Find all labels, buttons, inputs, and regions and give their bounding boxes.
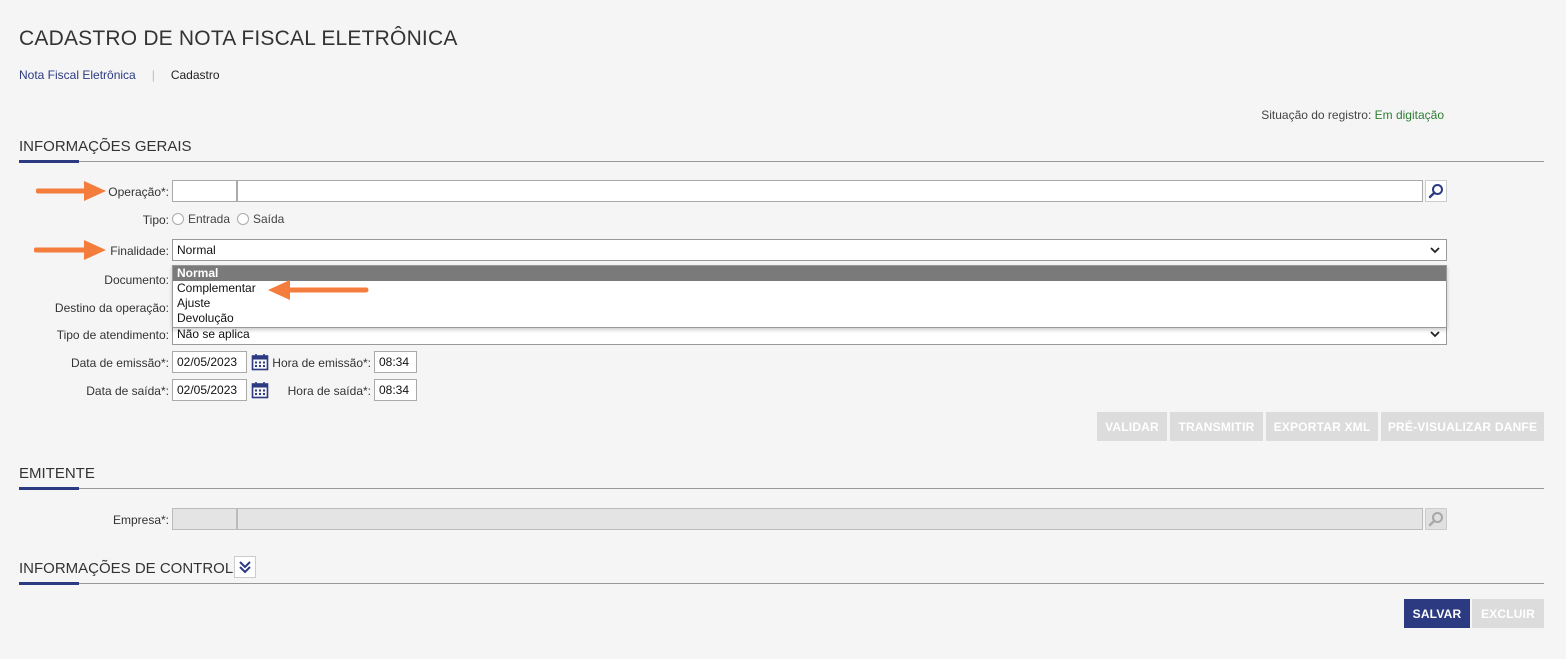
section-issuer-title: EMITENTE [19,465,95,482]
hora-saida-input[interactable] [374,379,417,401]
breadcrumb-current: Cadastro [170,68,220,82]
hora-emissao-input[interactable] [374,351,417,373]
destino-operacao-label: Destino da operação: [54,301,169,315]
annotation-arrow-operacao [36,181,106,201]
status-label: Situação do registro: [1261,108,1372,122]
section-general-header: INFORMAÇÕES GERAIS [19,138,1544,163]
chevron-down-icon [1430,247,1440,254]
tipo-label: Tipo: [142,213,169,227]
tipo-atendimento-selected-value: Não se aplica [177,327,250,341]
breadcrumb-link-nfe[interactable]: Nota Fiscal Eletrônica [19,68,136,82]
tipo-saida-radio[interactable] [237,213,249,225]
hora-saida-label: Hora de saída*: [287,384,371,398]
documento-label: Documento: [104,273,169,287]
data-saida-input[interactable] [172,379,247,401]
tipo-atendimento-label: Tipo de atendimento: [56,328,169,342]
search-icon [1428,512,1443,527]
data-emissao-label: Data de emissão*: [70,356,169,370]
calendar-icon[interactable] [251,381,269,399]
empresa-description-input [237,508,1423,530]
breadcrumb: Nota Fiscal Eletrônica | Cadastro [19,68,220,82]
operacao-description-input[interactable] [237,180,1423,202]
section-underline [19,160,79,163]
empresa-label: Empresa*: [112,513,169,527]
page-title: CADASTRO DE NOTA FISCAL ELETRÔNICA [19,27,458,50]
salvar-button[interactable]: SALVAR [1404,599,1470,628]
empresa-code-input [172,508,237,530]
chevron-down-icon [1430,331,1440,338]
double-chevron-down-icon [239,561,251,574]
calendar-icon[interactable] [251,353,269,371]
finalidade-selected-value: Normal [177,243,216,257]
tipo-entrada-radio[interactable] [172,213,184,225]
operacao-search-button[interactable] [1425,180,1447,202]
annotation-arrow-complementar [268,280,369,300]
excluir-button[interactable]: EXCLUIR [1472,599,1544,628]
tipo-entrada-label: Entrada [188,212,231,226]
breadcrumb-separator: | [151,68,155,82]
finalidade-select[interactable]: Normal [172,239,1447,261]
data-saida-label: Data de saída*: [86,384,169,398]
record-status: Situação do registro: Em digitação [1261,108,1444,122]
transmitir-button[interactable]: TRANSMITIR [1170,412,1263,441]
search-icon [1428,184,1443,199]
exportar-xml-button[interactable]: EXPORTAR XML [1266,412,1378,441]
section-control-expand-button[interactable] [234,556,256,578]
section-general-title: INFORMAÇÕES GERAIS [19,138,192,155]
section-underline [19,487,79,490]
status-value: Em digitação [1374,108,1444,122]
section-control-title: INFORMAÇÕES DE CONTROLE [19,560,244,577]
section-issuer-header: EMITENTE [19,465,1544,490]
section-underline [19,582,79,585]
operacao-code-input[interactable] [172,180,237,202]
data-emissao-input[interactable] [172,351,247,373]
annotation-arrow-finalidade [34,240,106,260]
finalidade-option-devolucao[interactable]: Devolução [173,311,1446,326]
empresa-search-button [1425,508,1447,530]
validar-button[interactable]: VALIDAR [1097,412,1167,441]
tipo-saida-label: Saída [253,212,285,226]
hora-emissao-label: Hora de emissão*: [272,356,371,370]
pre-visualizar-danfe-button[interactable]: PRÉ-VISUALIZAR DANFE [1381,412,1544,441]
